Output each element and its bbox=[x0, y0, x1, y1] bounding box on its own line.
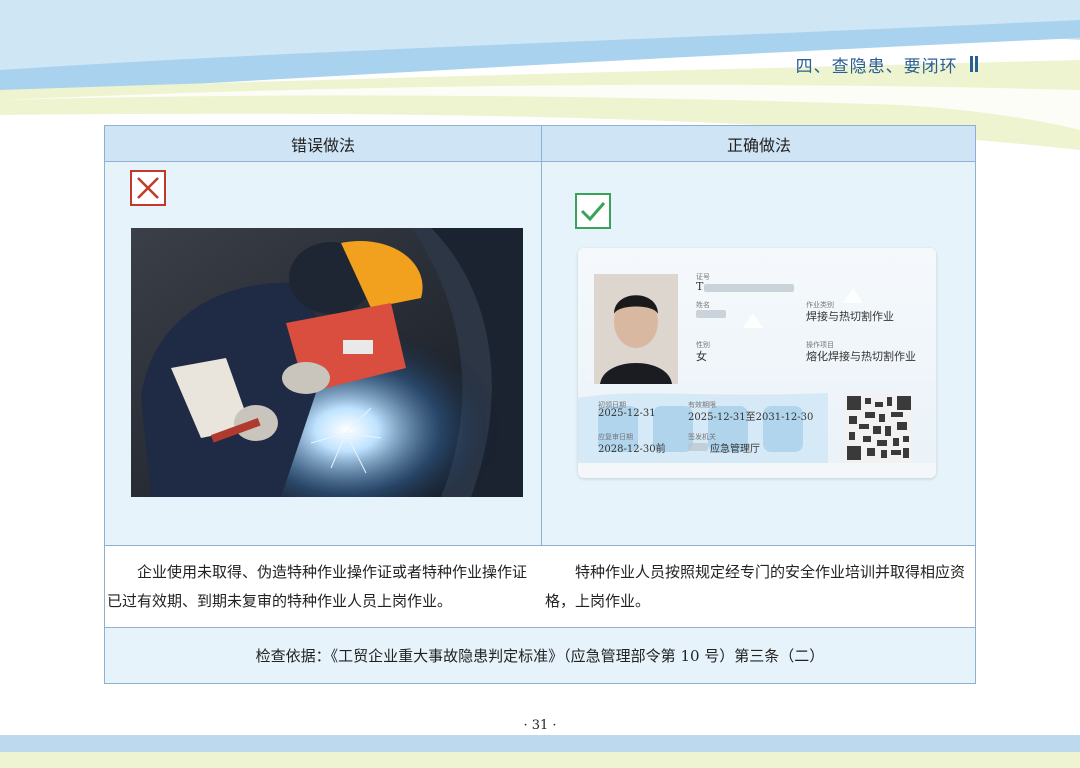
name-redacted bbox=[696, 310, 726, 318]
special-operation-certificate: 证号 T 姓名 作业类别 焊接与热切割作业 性别 女 操作项目 熔化焊接与热切割… bbox=[578, 248, 936, 478]
comparison-table: 错误做法 正确做法 证号 T 姓名 作业类别 焊接与热切割作业 性别 女 操作项… bbox=[104, 125, 976, 684]
review-date-value: 2028-12-30前 bbox=[598, 444, 666, 455]
table-header-row: 错误做法 正确做法 bbox=[105, 126, 975, 162]
page-number: · 31 · bbox=[523, 718, 557, 733]
issuer-redacted bbox=[688, 443, 708, 451]
qr-code-icon bbox=[845, 394, 913, 462]
item-value: 熔化焊接与热切割作业 bbox=[806, 350, 916, 363]
first-date-value: 2025-12-31 bbox=[598, 408, 656, 419]
header-right: 正确做法 bbox=[726, 136, 791, 155]
inspection-basis: 检查依据：《工贸企业重大事故隐患判定标准》（应急管理部令第 10 号）第三条（二… bbox=[255, 647, 825, 665]
cross-icon bbox=[130, 170, 166, 206]
header-wrong: 错误做法 bbox=[290, 136, 355, 155]
check-icon bbox=[575, 193, 611, 229]
person-photo bbox=[594, 274, 678, 384]
section-title: 四、查隐患、要闭环 bbox=[796, 52, 978, 77]
right-description: 特种作业人员按照规定经专门的安全作业培训并取得相应资格，上岗作业。 bbox=[545, 563, 966, 610]
description-row: 企业使用未取得、伪造特种作业操作证或者特种作业操作证已过有效期、到期未复审的特种… bbox=[105, 546, 975, 628]
section-title-text: 四、查隐患、要闭环 bbox=[795, 57, 958, 77]
footer-band-light bbox=[0, 752, 1080, 768]
section-marker-icon bbox=[970, 56, 978, 72]
id-number-redacted bbox=[704, 284, 794, 292]
label-name: 姓名 bbox=[696, 301, 710, 309]
welding-photo bbox=[131, 228, 523, 497]
gender-value: 女 bbox=[696, 350, 707, 363]
wrong-description: 企业使用未取得、伪造特种作业操作证或者特种作业操作证已过有效期、到期未复审的特种… bbox=[107, 563, 528, 610]
issuer-value: 应急管理厅 bbox=[710, 444, 760, 455]
valid-period-value: 2025-12-31至2031-12-30 bbox=[688, 412, 814, 423]
footer-band bbox=[0, 735, 1080, 752]
category-value: 焊接与热切割作业 bbox=[806, 310, 894, 323]
id-value: T bbox=[696, 280, 704, 293]
